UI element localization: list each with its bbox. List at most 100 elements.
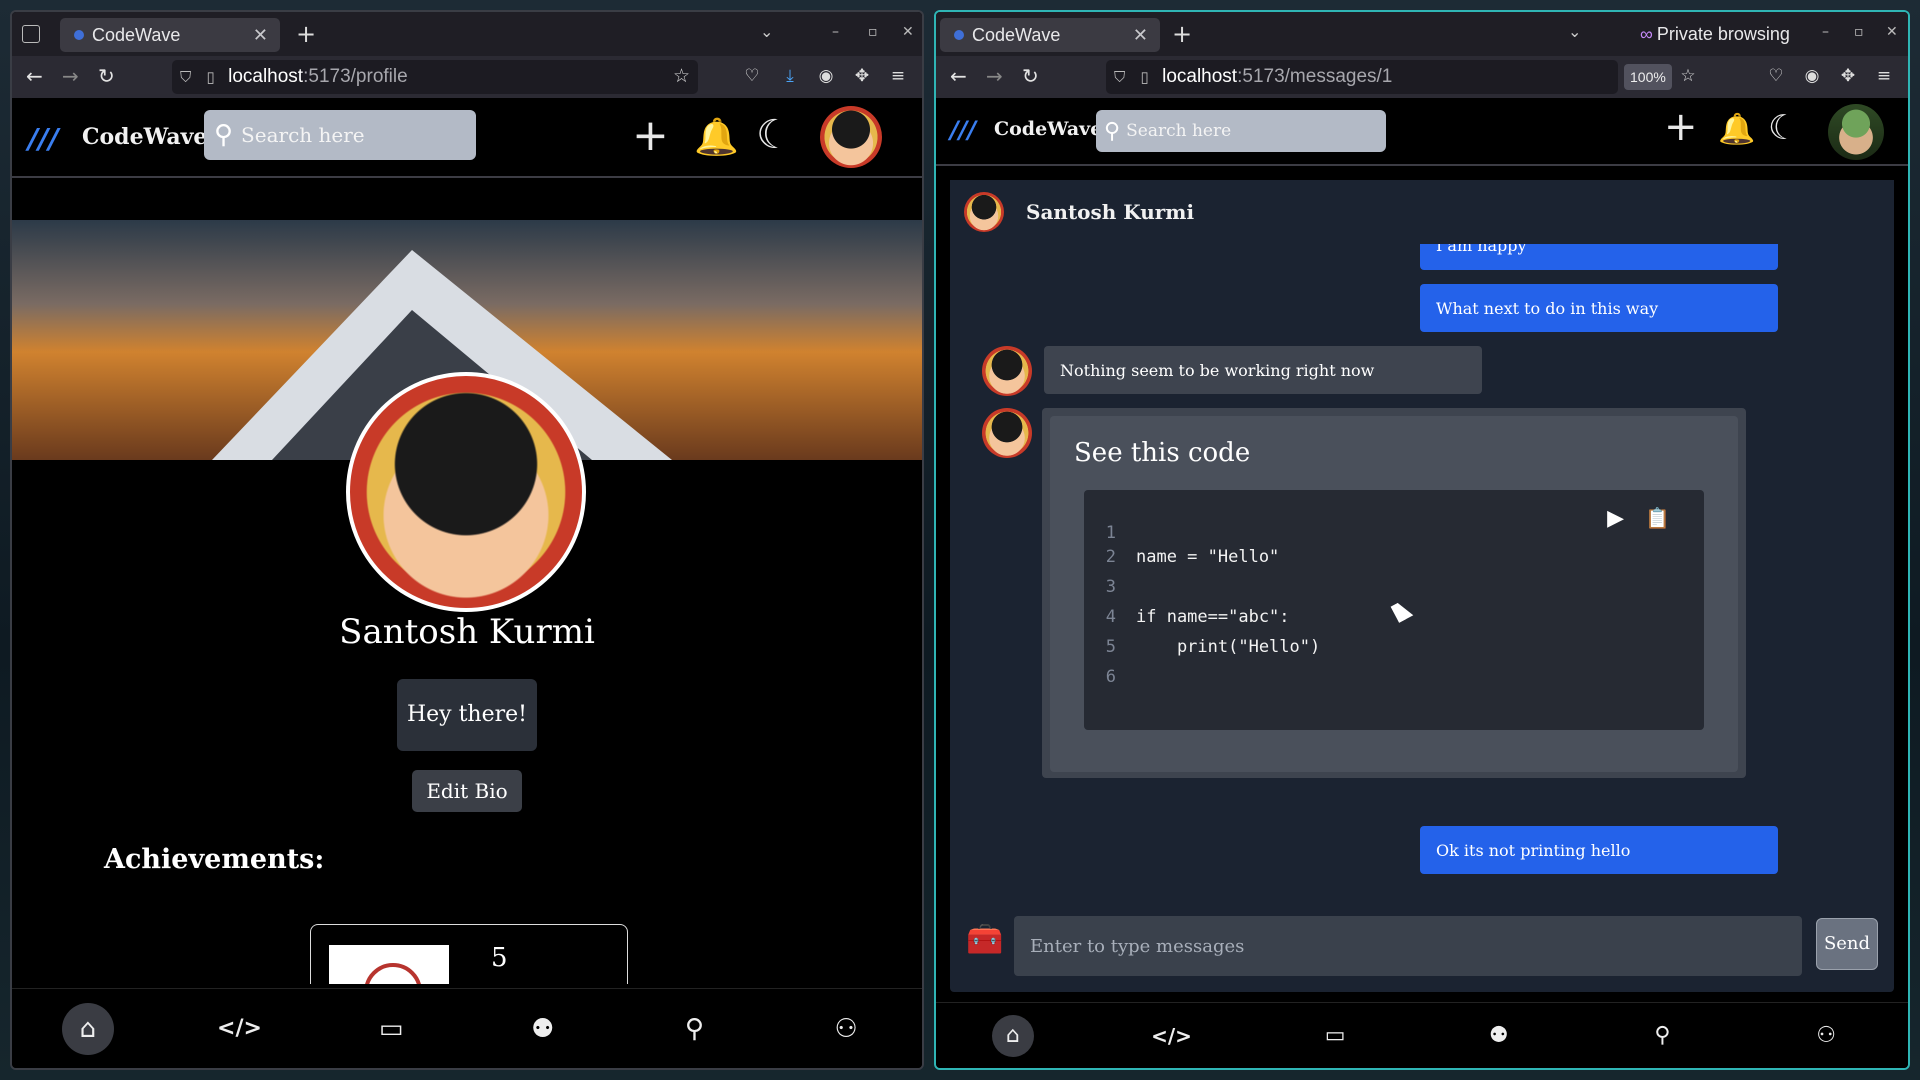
account-icon[interactable]: ◉	[816, 66, 836, 86]
line-number: 2	[1105, 547, 1116, 567]
nav-chat-icon[interactable]: ▭	[1309, 1010, 1361, 1062]
user-avatar[interactable]	[820, 106, 882, 168]
extensions-icon[interactable]: ✥	[1838, 66, 1858, 86]
copy-clipboard-icon[interactable]: 📋	[1645, 506, 1670, 530]
shield-icon: ⛉	[1114, 69, 1126, 86]
minimize-icon[interactable]: –	[832, 24, 839, 40]
back-icon[interactable]: ←	[26, 65, 43, 87]
pocket-icon[interactable]: ♡	[1766, 66, 1786, 86]
account-icon[interactable]: ◉	[1802, 66, 1822, 86]
menu-icon[interactable]: ≡	[888, 66, 908, 86]
code-text: if name=="abc":	[1136, 607, 1290, 627]
nav-chat-icon[interactable]: ▭	[365, 1003, 417, 1055]
send-button[interactable]: Send	[1816, 918, 1878, 970]
notification-bell-icon[interactable]: 🔔	[1718, 112, 1755, 147]
nav-search-icon[interactable]: ⚲	[1636, 1010, 1688, 1062]
maximize-icon[interactable]: ▫	[1854, 24, 1864, 40]
reload-icon[interactable]: ↻	[98, 65, 115, 87]
achievement-card[interactable]: 5	[310, 924, 628, 984]
brand-name[interactable]: CodeWave	[994, 118, 1102, 140]
nav-users-icon[interactable]: ⚉	[517, 1003, 569, 1055]
browser-tab[interactable]: CodeWave ✕	[60, 18, 280, 52]
message-text: Nothing seem to be working right now	[1060, 360, 1375, 380]
search-input[interactable]	[241, 123, 476, 147]
search-box[interactable]: ⚲	[1096, 110, 1386, 152]
code-line: 4 if name=="abc":	[1084, 602, 1290, 632]
private-mask-icon: ∞	[1640, 24, 1653, 44]
achievement-count: 5	[491, 943, 508, 973]
message-text: I am happy	[1436, 244, 1527, 255]
edit-bio-button[interactable]: Edit Bio	[412, 770, 522, 812]
dark-mode-moon-icon[interactable]: ☾	[1768, 108, 1798, 148]
maximize-icon[interactable]: ▫	[868, 24, 878, 40]
nav-code-icon[interactable]: </>	[213, 1003, 265, 1055]
search-input[interactable]	[1126, 121, 1386, 141]
back-icon[interactable]: ←	[950, 65, 967, 87]
search-box[interactable]: ⚲	[204, 110, 476, 160]
url-bar[interactable]: ⛉ ▯ localhost:5173/profile ☆	[172, 60, 698, 94]
add-post-icon[interactable]: +	[1664, 104, 1698, 150]
toolbox-icon[interactable]: 🧰	[966, 922, 1003, 957]
code-line: 3	[1084, 572, 1136, 602]
profile-picture[interactable]	[346, 372, 586, 612]
bottom-nav: ⌂ </> ▭ ⚉ ⚲ ⚇	[936, 1002, 1908, 1068]
message-input[interactable]	[1014, 916, 1802, 976]
message-bubble-sent: I am happy	[1420, 244, 1778, 270]
browser-tab[interactable]: CodeWave ✕	[940, 18, 1160, 52]
message-list[interactable]: I am happy What next to do in this way N…	[950, 244, 1894, 904]
shield-icon: ⛉	[180, 69, 192, 86]
chat-header: Santosh Kurmi	[950, 180, 1894, 244]
brand-name[interactable]: CodeWave	[82, 124, 207, 150]
bookmark-star-icon[interactable]: ☆	[673, 60, 690, 94]
bookmark-star-icon[interactable]: ☆	[1678, 66, 1698, 86]
codewave-logo-icon[interactable]: ///	[950, 116, 976, 144]
url-path: :5173/messages/1	[1237, 66, 1393, 87]
private-browsing-label: Private browsing	[1656, 24, 1790, 44]
search-icon: ⚲	[214, 120, 234, 150]
zoom-level[interactable]: 100%	[1624, 64, 1672, 90]
forward-icon[interactable]: →	[986, 65, 1003, 87]
close-tab-icon[interactable]: ✕	[1133, 18, 1148, 52]
notification-bell-icon[interactable]: 🔔	[694, 116, 739, 158]
dark-mode-moon-icon[interactable]: ☾	[756, 112, 792, 158]
nav-connect-icon[interactable]: ⚇	[1800, 1010, 1852, 1062]
list-tabs-icon[interactable]: ⌄	[1568, 22, 1581, 41]
list-tabs-icon[interactable]: ⌄	[760, 22, 773, 41]
reload-icon[interactable]: ↻	[1022, 65, 1039, 87]
tab-bar: CodeWave ✕ + ⌄ ∞ Private browsing – ▫ ✕	[936, 12, 1908, 56]
contact-name: Santosh Kurmi	[1026, 200, 1195, 224]
menu-icon[interactable]: ≡	[1874, 66, 1894, 86]
nav-home-icon[interactable]: ⌂	[61, 1002, 114, 1055]
code-line: 6	[1084, 662, 1136, 692]
tab-overview-icon[interactable]	[22, 25, 40, 43]
close-window-icon[interactable]: ✕	[902, 24, 914, 40]
url-host: localhost	[228, 66, 304, 87]
nav-search-icon[interactable]: ⚲	[668, 1003, 720, 1055]
downloads-icon[interactable]: ⤓	[780, 66, 800, 86]
page-icon: ▯	[1140, 69, 1149, 86]
pocket-icon[interactable]: ♡	[742, 66, 762, 86]
private-browsing-indicator: ∞ Private browsing	[1640, 24, 1790, 45]
forward-icon[interactable]: →	[62, 65, 79, 87]
sender-avatar	[982, 346, 1032, 396]
url-bar[interactable]: ⛉ ▯ localhost:5173/messages/1	[1106, 60, 1618, 94]
new-tab-icon[interactable]: +	[1172, 20, 1192, 48]
tab-title: CodeWave	[972, 25, 1061, 45]
new-tab-icon[interactable]: +	[296, 20, 316, 48]
run-code-play-icon[interactable]: ▶	[1607, 506, 1624, 531]
close-tab-icon[interactable]: ✕	[253, 18, 268, 52]
user-avatar[interactable]	[1828, 104, 1884, 160]
nav-users-icon[interactable]: ⚉	[1473, 1010, 1525, 1062]
nav-code-icon[interactable]: </>	[1145, 1010, 1197, 1062]
nav-home-icon[interactable]: ⌂	[991, 1014, 1034, 1057]
nav-connect-icon[interactable]: ⚇	[820, 1003, 872, 1055]
codewave-logo-icon[interactable]: ///	[28, 122, 59, 155]
code-message-card: See this code ▶ 📋 1 2 name = "Hello" 3 4i…	[1042, 408, 1746, 778]
close-window-icon[interactable]: ✕	[1886, 24, 1898, 40]
favicon-icon	[954, 30, 964, 40]
message-bubble-sent: What next to do in this way	[1420, 284, 1778, 332]
extensions-icon[interactable]: ✥	[852, 66, 872, 86]
minimize-icon[interactable]: –	[1822, 24, 1829, 40]
add-post-icon[interactable]: +	[632, 110, 669, 161]
contact-avatar[interactable]	[964, 192, 1004, 232]
